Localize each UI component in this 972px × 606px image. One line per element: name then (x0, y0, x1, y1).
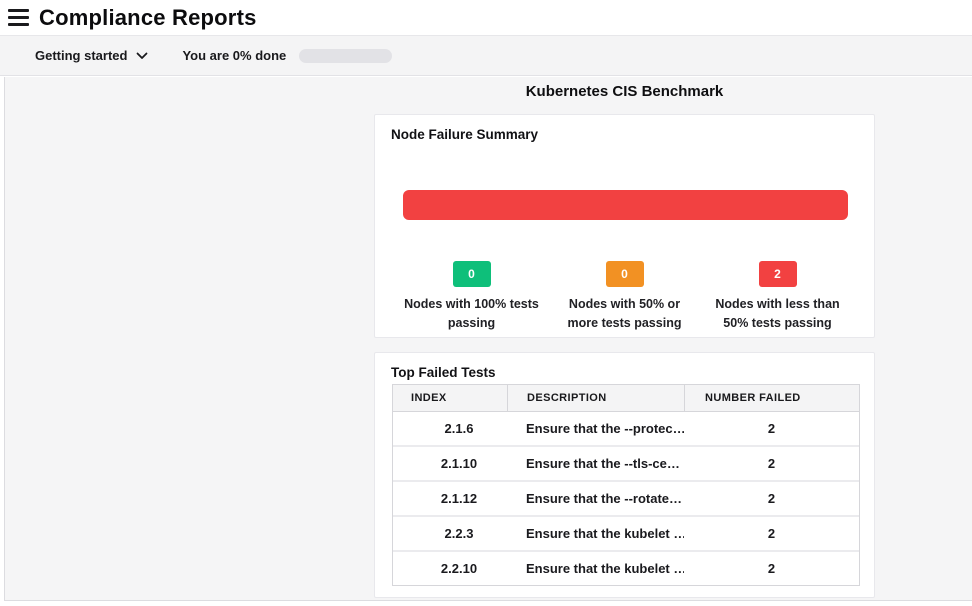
column-header-number-failed: NUMBER FAILED (685, 385, 861, 411)
cell-index: 2.1.12 (393, 491, 507, 506)
cell-description: Ensure that the --protec… (507, 421, 684, 436)
benchmark-title: Kubernetes CIS Benchmark (374, 83, 875, 100)
node-failure-bar-chart (403, 190, 848, 220)
getting-started-dropdown[interactable]: Getting started (35, 48, 148, 63)
table-body: 2.1.6 Ensure that the --protec… 2 2.1.10… (392, 412, 860, 586)
stat-label: Nodes with less than 50% tests passing (710, 295, 846, 333)
top-failed-tests-title: Top Failed Tests (391, 365, 496, 380)
cell-number-failed: 2 (684, 421, 859, 436)
cell-description: Ensure that the kubelet … (507, 526, 684, 541)
cell-number-failed: 2 (684, 491, 859, 506)
node-stat: 0 Nodes with 100% tests passing (395, 261, 548, 333)
node-failure-summary-card: Node Failure Summary 0 Nodes with 100% t… (374, 114, 875, 338)
stat-count-badge: 0 (453, 261, 491, 287)
table-row: 2.2.10 Ensure that the kubelet … 2 (393, 552, 859, 585)
cell-index: 2.1.10 (393, 456, 507, 471)
table-row: 2.1.6 Ensure that the --protec… 2 (393, 412, 859, 447)
cell-description: Ensure that the --rotate… (507, 491, 684, 506)
report-column: Kubernetes CIS Benchmark Node Failure Su… (374, 77, 875, 100)
column-header-index: INDEX (393, 385, 508, 411)
node-failure-summary-title: Node Failure Summary (391, 127, 538, 142)
stat-label: Nodes with 100% tests passing (397, 295, 547, 333)
cell-description: Ensure that the kubelet … (507, 561, 684, 576)
cell-index: 2.1.6 (393, 421, 507, 436)
node-failure-stats: 0 Nodes with 100% tests passing 0 Nodes … (395, 261, 854, 333)
cell-index: 2.2.3 (393, 526, 507, 541)
progress-text: You are 0% done (182, 48, 286, 63)
getting-started-label: Getting started (35, 48, 127, 63)
column-header-description: DESCRIPTION (508, 385, 685, 411)
table-row: 2.2.3 Ensure that the kubelet … 2 (393, 517, 859, 552)
node-stat: 2 Nodes with less than 50% tests passing (701, 261, 854, 333)
cell-number-failed: 2 (684, 456, 859, 471)
page-title: Compliance Reports (39, 5, 257, 31)
table-row: 2.1.10 Ensure that the --tls-ce… 2 (393, 447, 859, 482)
top-failed-tests-table: INDEX DESCRIPTION NUMBER FAILED 2.1.6 En… (392, 384, 860, 586)
chevron-down-icon (136, 52, 148, 60)
cell-index: 2.2.10 (393, 561, 507, 576)
node-stat: 0 Nodes with 50% or more tests passing (548, 261, 701, 333)
stat-count-badge: 2 (759, 261, 797, 287)
progress-bar (299, 49, 392, 63)
table-header-row: INDEX DESCRIPTION NUMBER FAILED (392, 384, 860, 412)
getting-started-bar: Getting started You are 0% done (0, 35, 972, 76)
table-row: 2.1.12 Ensure that the --rotate… 2 (393, 482, 859, 517)
top-failed-tests-card: Top Failed Tests INDEX DESCRIPTION NUMBE… (374, 352, 875, 598)
main-content: Kubernetes CIS Benchmark Node Failure Su… (4, 77, 972, 601)
menu-icon[interactable] (4, 5, 34, 31)
cell-number-failed: 2 (684, 561, 859, 576)
app-header: Compliance Reports (0, 0, 972, 35)
cell-number-failed: 2 (684, 526, 859, 541)
stat-label: Nodes with 50% or more tests passing (560, 295, 690, 333)
stat-count-badge: 0 (606, 261, 644, 287)
failing-nodes-bar-segment (403, 190, 848, 220)
cell-description: Ensure that the --tls-ce… (507, 456, 684, 471)
